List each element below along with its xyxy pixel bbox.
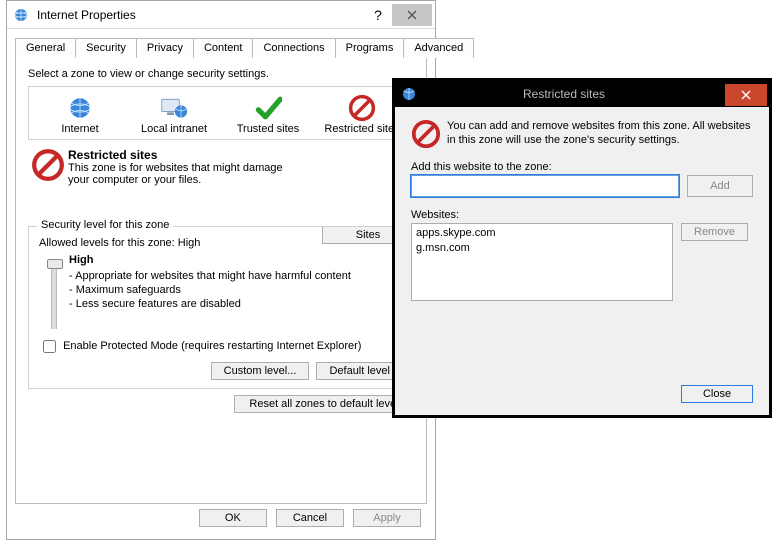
- tab-privacy[interactable]: Privacy: [136, 38, 194, 58]
- rs-info-text: You can add and remove websites from thi…: [447, 119, 753, 149]
- list-item[interactable]: g.msn.com: [416, 241, 668, 256]
- level-line: - Maximum safeguards: [69, 283, 403, 297]
- ok-button[interactable]: OK: [199, 509, 267, 527]
- cancel-button[interactable]: Cancel: [276, 509, 344, 527]
- security-level-slider[interactable]: [39, 253, 69, 329]
- rs-title: Restricted sites: [423, 87, 725, 101]
- protected-mode-input[interactable]: [43, 340, 56, 353]
- tab-content-security: Select a zone to view or change security…: [15, 58, 427, 504]
- rs-info: You can add and remove websites from thi…: [411, 119, 753, 149]
- zone-description: Restricted sites This zone is for websit…: [28, 148, 414, 186]
- tab-programs[interactable]: Programs: [335, 38, 405, 58]
- zone-internet[interactable]: Internet: [33, 93, 127, 135]
- ip-body: General Security Privacy Content Connect…: [7, 29, 435, 512]
- zone-prompt: Select a zone to view or change security…: [28, 68, 414, 80]
- check-icon: [221, 93, 315, 123]
- group-title: Security level for this zone: [37, 219, 173, 231]
- protected-mode-checkbox[interactable]: Enable Protected Mode (requires restarti…: [39, 340, 361, 352]
- ip-titlebar: Internet Properties ?: [7, 1, 435, 29]
- protected-mode-label: Enable Protected Mode (requires restarti…: [63, 340, 361, 352]
- monitor-globe-icon: [127, 93, 221, 123]
- level-line: - Appropriate for websites that might ha…: [69, 269, 403, 283]
- close-button[interactable]: Close: [681, 385, 753, 403]
- zone-label: Local intranet: [127, 123, 221, 135]
- no-entry-icon: [28, 148, 68, 186]
- tab-advanced[interactable]: Advanced: [403, 38, 474, 58]
- globe-icon: [33, 93, 127, 123]
- add-website-input[interactable]: [411, 175, 679, 197]
- tab-general[interactable]: General: [15, 38, 76, 58]
- allowed-levels: Allowed levels for this zone: High: [39, 237, 403, 249]
- websites-list[interactable]: apps.skype.com g.msn.com: [411, 223, 673, 301]
- help-button[interactable]: ?: [364, 7, 392, 23]
- tab-security[interactable]: Security: [75, 38, 137, 58]
- zone-label: Internet: [33, 123, 127, 135]
- tab-content[interactable]: Content: [193, 38, 254, 58]
- level-name: High: [69, 253, 403, 267]
- reset-all-zones-button[interactable]: Reset all zones to default level: [234, 395, 414, 413]
- add-button[interactable]: Add: [687, 175, 753, 197]
- zone-trusted-sites[interactable]: Trusted sites: [221, 93, 315, 135]
- zone-selector: Internet Local intranet Trusted sites: [28, 86, 414, 140]
- zone-local-intranet[interactable]: Local intranet: [127, 93, 221, 135]
- list-item[interactable]: apps.skype.com: [416, 226, 668, 241]
- zone-desc-text: This zone is for websites that might dam…: [68, 162, 288, 186]
- default-level-button[interactable]: Default level: [316, 362, 403, 380]
- security-level-group: Security level for this zone Allowed lev…: [28, 226, 414, 389]
- ip-close-button[interactable]: [392, 4, 432, 26]
- ie-options-icon: [13, 7, 29, 23]
- level-line: - Less secure features are disabled: [69, 297, 403, 311]
- ie-options-icon: [401, 86, 417, 102]
- rs-titlebar: Restricted sites: [395, 81, 769, 107]
- custom-level-button[interactable]: Custom level...: [211, 362, 310, 380]
- zone-label: Trusted sites: [221, 123, 315, 135]
- no-entry-icon: [411, 119, 447, 149]
- rs-close-x-button[interactable]: [725, 84, 767, 106]
- internet-properties-window: Internet Properties ? General Security P…: [6, 0, 436, 540]
- websites-label: Websites:: [411, 209, 753, 221]
- ip-tabs: General Security Privacy Content Connect…: [15, 37, 427, 58]
- remove-button[interactable]: Remove: [681, 223, 748, 241]
- dialog-buttons: OK Cancel Apply: [193, 509, 421, 527]
- zone-name: Restricted sites: [68, 148, 414, 162]
- ip-title: Internet Properties: [37, 8, 364, 22]
- add-website-label: Add this website to the zone:: [411, 161, 753, 173]
- restricted-sites-window: Restricted sites You can add and remove …: [392, 78, 772, 418]
- rs-body: You can add and remove websites from thi…: [395, 107, 769, 311]
- level-description: High - Appropriate for websites that mig…: [69, 253, 403, 329]
- apply-button[interactable]: Apply: [353, 509, 421, 527]
- tab-connections[interactable]: Connections: [252, 38, 335, 58]
